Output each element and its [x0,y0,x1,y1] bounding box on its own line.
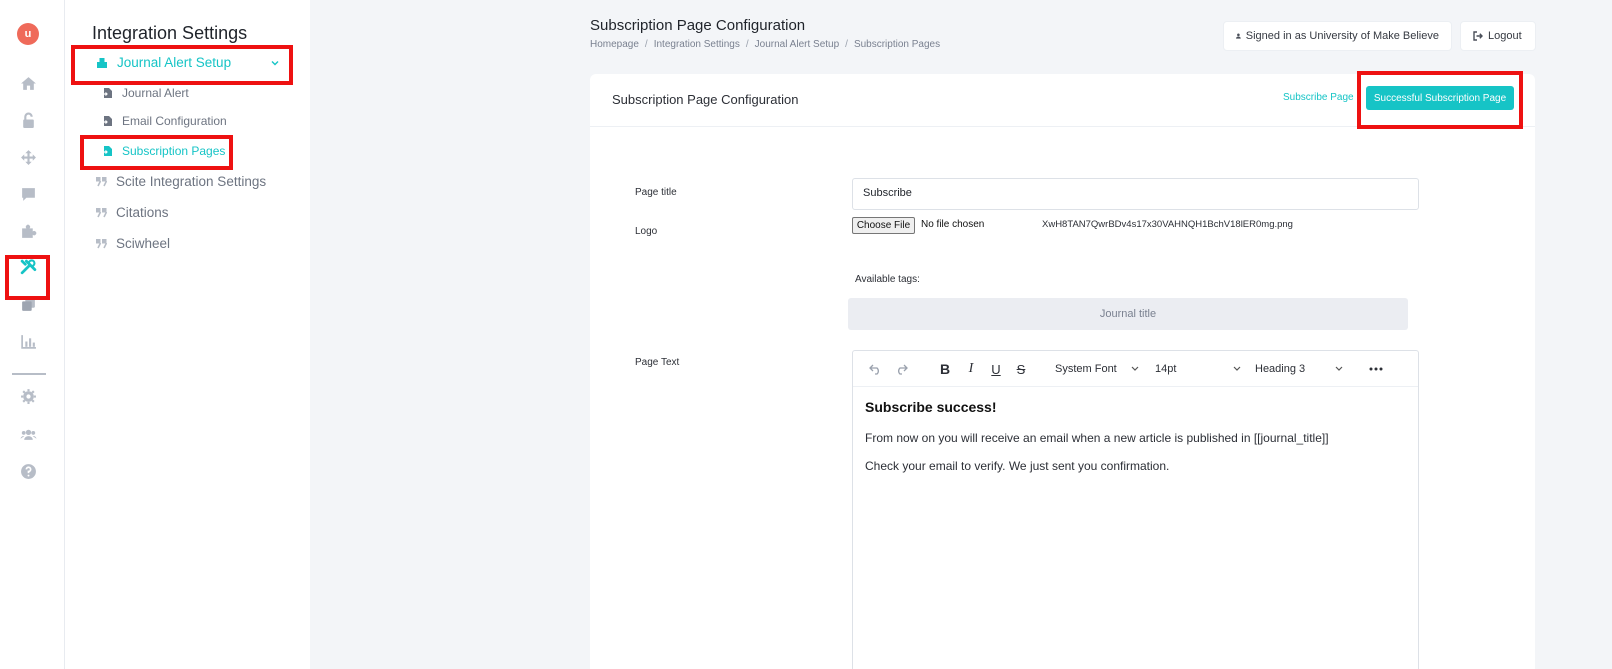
quote-icon [96,238,107,248]
sidebar-item-label: Scite Integration Settings [116,174,267,189]
redo-icon[interactable] [891,359,911,379]
rich-text-editor: B I U S System Font 14pt Heading 3 Subsc… [852,350,1419,669]
sidebar-item-label: Citations [116,205,169,220]
highlight-tools [5,255,50,300]
breadcrumb-item[interactable]: Homepage [590,39,639,50]
strikethrough-icon[interactable]: S [1011,359,1031,379]
card-title: Subscription Page Configuration [612,92,799,107]
sidebar-item-label: Sciwheel [116,236,171,251]
user-icon [1236,33,1241,39]
page-title-label: Page title [635,187,677,198]
page-title: Subscription Page Configuration [590,17,806,34]
highlight-journal-alert-setup [71,45,293,85]
sidebar-item-citations[interactable]: Citations [96,205,169,220]
chevron-down-icon [1131,366,1139,371]
sign-out-icon [1473,31,1483,41]
editor-content[interactable]: Subscribe success! From now on you will … [865,399,1405,487]
signed-in-label: Signed in as University of Make Believe [1245,30,1439,42]
chevron-down-icon [1335,366,1343,371]
page-text-label: Page Text [635,357,680,368]
rail-divider [12,373,46,375]
logo-label: Logo [635,226,658,237]
chevron-down-icon [1233,366,1241,371]
move-arrows-icon[interactable] [14,143,42,171]
settings-sidebar: Integration Settings Journal Alert Setup… [65,0,310,669]
block-format-value: Heading 3 [1255,363,1306,375]
bar-chart-icon[interactable] [14,327,42,355]
block-format-select[interactable]: Heading 3 [1251,359,1347,379]
subscribe-page-link[interactable]: Subscribe Page [1283,92,1354,103]
users-icon[interactable] [14,420,42,448]
font-family-select[interactable]: System Font [1051,359,1143,379]
editor-paragraph: Check your email to verify. We just sent… [865,459,1170,473]
icon-rail: u [0,0,65,669]
sidebar-item-label: Email Configuration [122,114,227,128]
undo-icon[interactable] [865,359,885,379]
file-import-icon [102,116,112,126]
italic-icon[interactable]: I [961,359,981,379]
more-icon[interactable] [1365,359,1387,379]
app-logo[interactable]: u [17,23,39,45]
font-family-value: System Font [1055,363,1117,375]
comment-icon[interactable] [14,180,42,208]
underline-icon[interactable]: U [986,359,1006,379]
puzzle-icon[interactable] [14,217,42,245]
home-icon[interactable] [14,69,42,97]
uploaded-file-name: XwH8TAN7QwrBDv4s17x30VAHNQH1BchV18lER0mg… [1042,219,1293,230]
sidebar-item-label: Journal Alert [122,86,189,100]
file-status: No file chosen [921,219,985,230]
bold-icon[interactable]: B [935,359,955,379]
breadcrumb-item: Subscription Pages [853,39,941,50]
editor-paragraph: From now on you will receive an email wh… [865,431,1329,445]
gear-icon[interactable] [14,382,42,410]
logout-button[interactable]: Logout [1460,21,1536,51]
choose-file-button[interactable]: Choose File [852,217,915,234]
sidebar-title: Integration Settings [92,23,248,43]
editor-toolbar: B I U S System Font 14pt Heading 3 [853,351,1418,387]
highlight-success-button [1357,71,1523,129]
font-size-select[interactable]: 14pt [1151,359,1245,379]
quote-icon [96,207,107,217]
logout-label: Logout [1488,30,1522,42]
unlock-icon[interactable] [14,106,42,134]
breadcrumb-item[interactable]: Integration Settings [654,39,740,50]
breadcrumb-item[interactable]: Journal Alert Setup [755,39,840,50]
tag-journal-title[interactable]: Journal title [848,298,1408,330]
help-icon[interactable] [14,457,42,485]
config-card: Subscription Page Configuration Subscrib… [590,74,1535,669]
quote-icon [96,176,107,186]
available-tags-label: Available tags: [855,274,920,285]
sidebar-item-email-configuration[interactable]: Email Configuration [102,114,227,128]
editor-heading: Subscribe success! [865,399,997,415]
sidebar-item-scite[interactable]: Scite Integration Settings [96,174,266,189]
breadcrumb: Homepage / Integration Settings / Journal Al… [590,39,941,50]
signed-in-button[interactable]: Signed in as University of Make Believe [1223,21,1452,51]
file-import-icon [102,88,112,98]
sidebar-item-journal-alert[interactable]: Journal Alert [102,86,189,100]
highlight-subscription-pages [80,135,233,170]
font-size-value: 14pt [1155,363,1177,375]
page-title-input[interactable]: Subscribe [852,178,1419,210]
sidebar-item-sciwheel[interactable]: Sciwheel [96,236,170,251]
